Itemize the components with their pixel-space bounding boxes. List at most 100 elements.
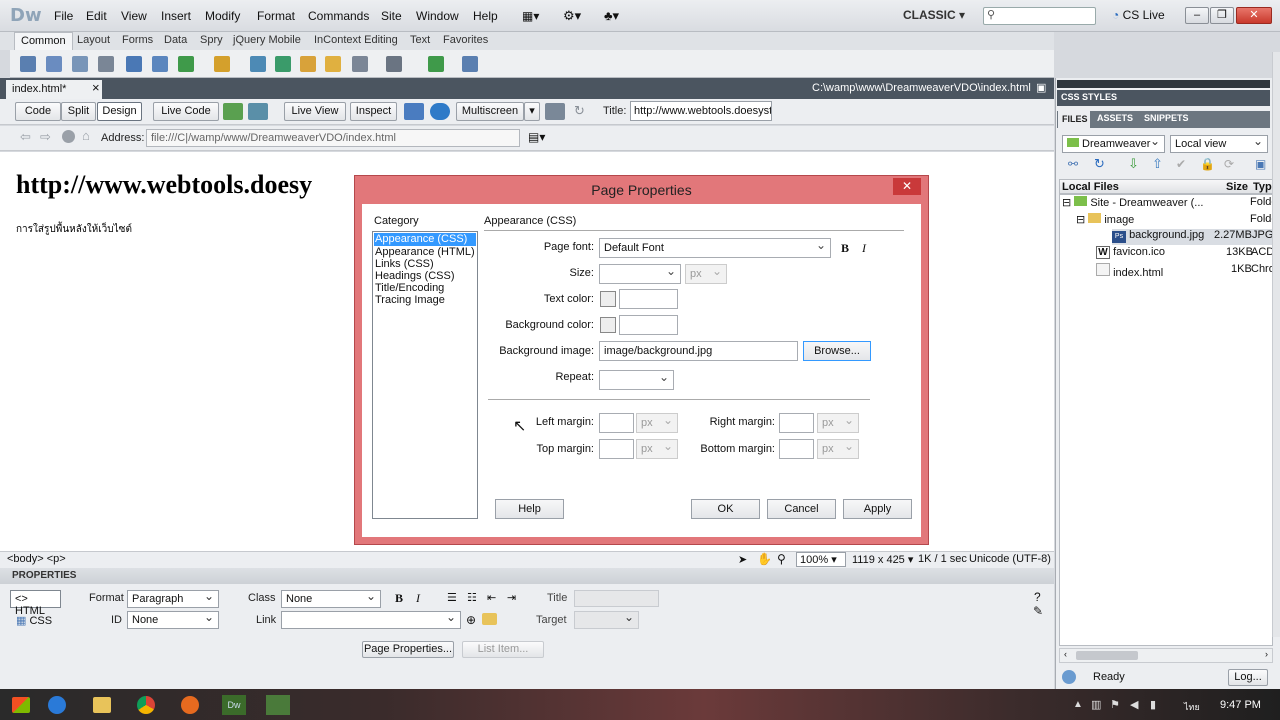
link-input[interactable] [281, 610, 461, 629]
left-margin-input[interactable] [599, 413, 634, 433]
tree-row-image[interactable]: ⊟ image Folde [1076, 213, 1278, 226]
menu-file[interactable]: File [54, 9, 73, 23]
zoom-tool-icon[interactable]: ⚲ [777, 552, 786, 566]
flag-icon[interactable]: ⚑ [1110, 698, 1120, 711]
templates-icon[interactable] [428, 56, 444, 72]
ie-icon[interactable] [48, 696, 66, 714]
check-in-icon[interactable]: 🔒 [1200, 157, 1215, 171]
preview-browser-icon[interactable] [430, 103, 450, 120]
cs-live[interactable]: ◔ CS Live [1112, 8, 1165, 22]
right-margin-input[interactable] [779, 413, 814, 433]
document-title-input[interactable]: http://www.webtools.doesyst [630, 101, 772, 121]
date-icon[interactable] [275, 56, 291, 72]
html-mode-button[interactable]: <> HTML [10, 590, 61, 617]
stop-icon[interactable] [62, 130, 75, 143]
bg-color-picker[interactable] [600, 317, 616, 333]
menu-modify[interactable]: Modify [205, 9, 240, 23]
table-icon[interactable] [126, 56, 142, 72]
multiscreen-dropdown[interactable]: ▾ [524, 102, 540, 121]
script-icon[interactable] [386, 56, 402, 72]
code-view-button[interactable]: Code [15, 102, 61, 121]
live-view-button[interactable]: Live View [284, 102, 346, 121]
dialog-close-button[interactable]: ✕ [893, 178, 921, 195]
site-icon[interactable]: ♣▾ [604, 8, 619, 24]
document-tab[interactable]: index.html* [6, 80, 102, 99]
visual-aids-icon[interactable] [545, 103, 565, 120]
css-mode-button[interactable]: ▦ CSS [16, 614, 52, 627]
workspace-switcher[interactable]: CLASSIC ▾ [903, 8, 965, 22]
signal-icon[interactable]: ▮ [1150, 698, 1156, 711]
camtasia-icon[interactable] [266, 695, 290, 715]
check-out-icon[interactable]: ✔ [1176, 157, 1186, 171]
image-icon[interactable] [178, 56, 194, 72]
browser-check-icon[interactable] [248, 103, 268, 120]
text-color-picker[interactable] [600, 291, 616, 307]
class-select[interactable]: None [281, 589, 381, 608]
tab-snippets[interactable]: SNIPPETS [1144, 113, 1189, 123]
zoom-select[interactable]: 100% ▾ [796, 552, 846, 567]
tab-text[interactable]: Text [410, 34, 430, 46]
menu-insert[interactable]: Insert [161, 9, 191, 23]
menu-format[interactable]: Format [257, 9, 295, 23]
ordered-list-icon[interactable]: ☷ [467, 591, 477, 604]
hyperlink-icon[interactable] [20, 56, 36, 72]
horizontal-scrollbar[interactable]: ‹ › [1059, 648, 1273, 663]
format-select[interactable]: Paragraph [127, 589, 219, 608]
tree-row-favicon[interactable]: W favicon.ico 13KB ACD: [1096, 246, 1277, 259]
log-button[interactable]: Log... [1228, 669, 1268, 686]
category-headings-css[interactable]: Headings (CSS) [375, 270, 454, 282]
category-links-css[interactable]: Links (CSS) [375, 258, 434, 270]
tab-data[interactable]: Data [164, 34, 187, 46]
close-window-button[interactable]: ✕ [1236, 7, 1272, 24]
language-indicator[interactable]: ไทย [1184, 700, 1200, 714]
category-appearance-html[interactable]: Appearance (HTML) [375, 246, 475, 258]
tab-incontext-editing[interactable]: InContext Editing [314, 34, 398, 46]
cancel-button[interactable]: Cancel [767, 499, 836, 519]
page-heading[interactable]: http://www.webtools.doesy [16, 170, 312, 200]
css-styles-header[interactable]: CSS STYLES [1057, 90, 1270, 106]
layout-icon[interactable]: ▦▾ [522, 9, 539, 23]
head-icon[interactable] [352, 56, 368, 72]
tab-layout[interactable]: Layout [77, 34, 110, 46]
tree-row-site[interactable]: ⊟ Site - Dreamweaver (... Folde [1062, 196, 1278, 209]
menu-view[interactable]: View [121, 9, 147, 23]
unordered-list-icon[interactable]: ☰ [447, 591, 457, 604]
gear-icon[interactable]: ⚙▾ [563, 8, 581, 24]
bottom-margin-unit[interactable]: px [817, 439, 859, 459]
explorer-icon[interactable] [93, 697, 111, 713]
design-view-button[interactable]: Design [97, 102, 142, 121]
minimize-button[interactable]: – [1185, 7, 1209, 24]
bottom-margin-input[interactable] [779, 439, 814, 459]
menu-window[interactable]: Window [416, 9, 459, 23]
left-margin-unit[interactable]: px [636, 413, 678, 433]
search-input[interactable]: ⚲ [983, 7, 1096, 25]
media-icon[interactable] [214, 56, 230, 72]
refresh-icon[interactable]: ↻ [574, 103, 585, 119]
folder-icon[interactable] [482, 613, 497, 625]
right-margin-unit[interactable]: px [817, 413, 859, 433]
horizontal-rule-icon[interactable] [98, 56, 114, 72]
point-to-file-icon[interactable]: ⊕ [466, 613, 476, 627]
email-link-icon[interactable] [46, 56, 62, 72]
tab-favorites[interactable]: Favorites [443, 34, 488, 46]
sync-icon[interactable]: ⟳ [1224, 157, 1234, 171]
page-font-select[interactable]: Default Font [599, 238, 831, 258]
div-icon[interactable] [152, 56, 168, 72]
category-appearance-css[interactable]: Appearance (CSS) [374, 233, 476, 246]
refresh-files-icon[interactable]: ↻ [1094, 156, 1105, 172]
tab-spry[interactable]: Spry [200, 34, 223, 46]
maximize-button[interactable]: ❐ [1210, 7, 1234, 24]
list-item-button[interactable]: List Item... [462, 641, 544, 658]
tree-row-index[interactable]: index.html 1KB Chro [1096, 263, 1275, 279]
inspect-button[interactable]: Inspect [350, 102, 397, 121]
apply-button[interactable]: Apply [843, 499, 912, 519]
site-select[interactable]: Dreamweaver [1062, 134, 1165, 153]
top-margin-input[interactable] [599, 439, 634, 459]
font-bold-button[interactable]: B [841, 241, 849, 256]
clock[interactable]: 9:47 PM [1220, 699, 1261, 711]
help-icon[interactable]: ? [1034, 590, 1041, 604]
menu-edit[interactable]: Edit [86, 9, 107, 23]
tab-assets[interactable]: ASSETS [1097, 113, 1133, 123]
start-icon[interactable] [12, 697, 30, 713]
bold-button[interactable]: B [395, 591, 403, 606]
